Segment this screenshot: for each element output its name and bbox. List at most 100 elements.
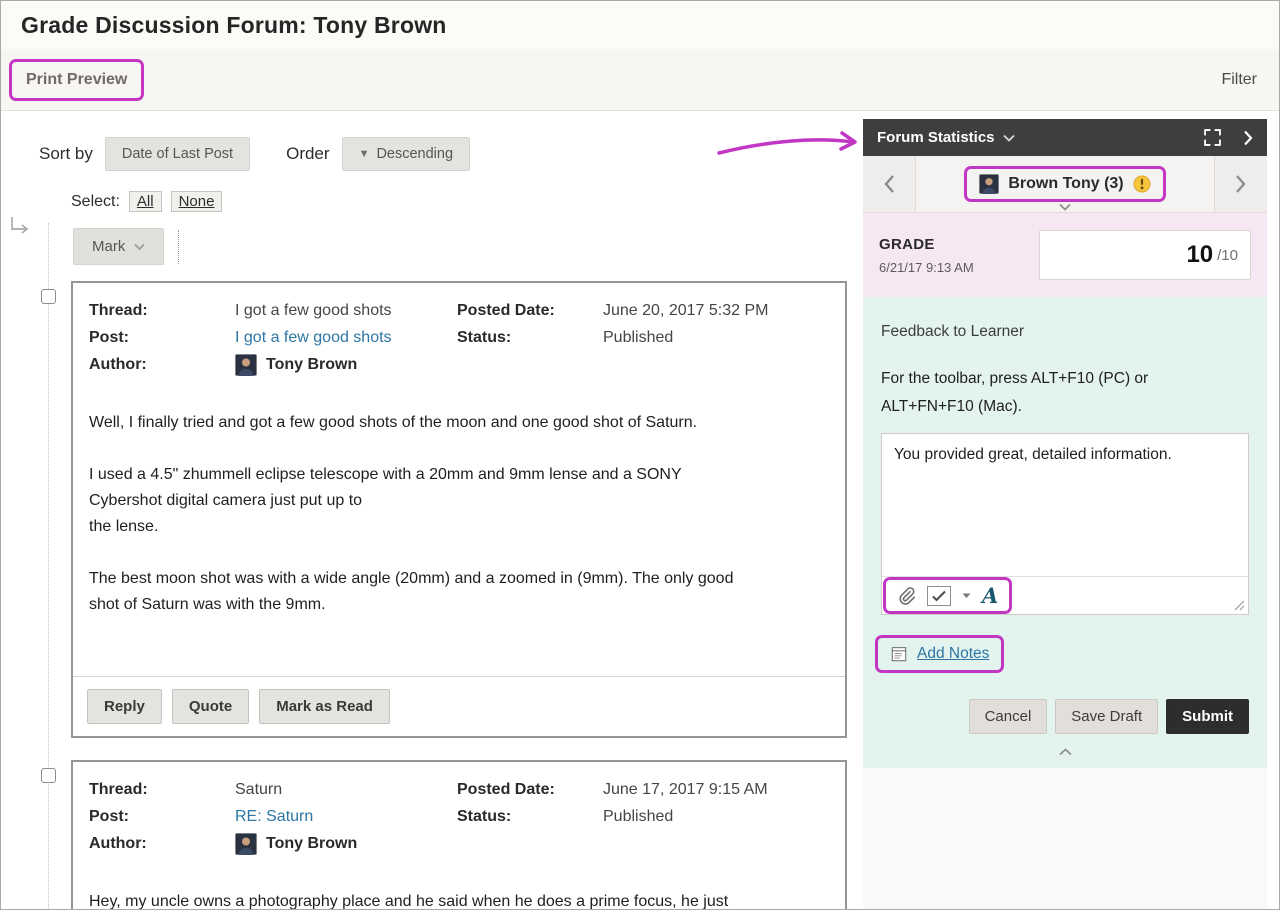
grade-section: GRADE 6/21/17 9:13 AM 10 /10: [863, 213, 1267, 297]
needs-grading-icon: [1133, 175, 1151, 193]
attach-file-button[interactable]: [897, 586, 916, 606]
panel-footer-area: [863, 768, 1267, 910]
thread-value: Saturn: [235, 776, 457, 803]
posted-date-label: Posted Date:: [457, 776, 603, 803]
sort-by-label: Sort by: [39, 144, 93, 164]
expand-icon: [1204, 129, 1221, 146]
expand-panel-button[interactable]: [1204, 129, 1221, 146]
post-checkbox[interactable]: [41, 289, 56, 304]
mark-button[interactable]: Mark: [73, 228, 164, 265]
previous-student-button[interactable]: [863, 156, 915, 212]
post-row: Thread: I got a few good shots Posted Da…: [29, 281, 859, 738]
mark-as-read-button[interactable]: Mark as Read: [259, 689, 390, 724]
resize-handle[interactable]: [1234, 600, 1245, 611]
posted-date-value: June 20, 2017 5:32 PM: [603, 297, 829, 324]
chevron-right-icon: [1235, 174, 1247, 194]
post-body: Hey, my uncle owns a photography place a…: [73, 863, 845, 910]
collapse-section-caret[interactable]: [881, 748, 1249, 756]
select-controls: Select: All None: [71, 191, 859, 212]
grade-timestamp: 6/21/17 9:13 AM: [879, 260, 974, 275]
spellcheck-button[interactable]: [927, 586, 951, 606]
text-color-icon[interactable]: A: [982, 585, 998, 606]
chevron-down-icon: [962, 593, 971, 599]
grade-score: 10: [1186, 241, 1213, 269]
next-student-button[interactable]: [1215, 156, 1267, 212]
mark-controls: Mark: [73, 228, 859, 265]
print-preview-button[interactable]: Print Preview: [12, 62, 141, 98]
editor-toolbar: A: [882, 576, 1248, 614]
panel-actions: Cancel Save Draft Submit: [881, 699, 1249, 734]
mark-button-label: Mark: [92, 238, 125, 255]
status-value: Published: [603, 803, 829, 830]
cancel-button[interactable]: Cancel: [969, 699, 1048, 734]
forum-statistics-header[interactable]: Forum Statistics: [863, 119, 1267, 156]
student-chip[interactable]: Brown Tony (3): [964, 166, 1165, 202]
chevron-down-icon: [134, 243, 145, 251]
content: Sort by Date of Last Post Order ▼ Descen…: [1, 111, 1279, 910]
status-value: Published: [603, 324, 829, 351]
action-bar: Print Preview Filter: [1, 49, 1279, 111]
thread-label: Thread:: [89, 297, 235, 324]
feedback-editor-textarea[interactable]: You provided great, detailed information…: [882, 434, 1248, 576]
page: Grade Discussion Forum: Tony Brown Print…: [0, 0, 1280, 910]
thread-value: I got a few good shots: [235, 297, 457, 324]
post-checkbox[interactable]: [41, 768, 56, 783]
reply-button[interactable]: Reply: [87, 689, 162, 724]
author-label: Author:: [89, 830, 235, 857]
author-cell: Tony Brown: [235, 351, 829, 378]
sort-controls: Sort by Date of Last Post Order ▼ Descen…: [39, 137, 859, 171]
post-card: Thread: I got a few good shots Posted Da…: [71, 281, 847, 738]
author-name: Tony Brown: [266, 830, 357, 857]
grading-panel: Forum Statistics: [863, 119, 1267, 910]
status-label: Status:: [457, 803, 603, 830]
feedback-heading: Feedback to Learner: [881, 323, 1249, 341]
toolbar-hint: For the toolbar, press ALT+F10 (PC) or A…: [881, 365, 1226, 421]
add-notes-highlight: Add Notes: [875, 635, 1004, 673]
forum-statistics-title: Forum Statistics: [877, 129, 995, 146]
page-title: Grade Discussion Forum: Tony Brown: [21, 12, 1259, 39]
posted-date-value: June 17, 2017 9:15 AM: [603, 776, 829, 803]
sort-by-button[interactable]: Date of Last Post: [105, 137, 250, 171]
order-button[interactable]: ▼ Descending: [342, 137, 470, 171]
print-preview-highlight: Print Preview: [9, 59, 144, 101]
post-title-link[interactable]: RE: Saturn: [235, 808, 313, 825]
chevron-up-icon: [1059, 748, 1072, 756]
chevron-right-icon: [1243, 130, 1253, 146]
post-row: Thread: Saturn Posted Date: June 17, 201…: [29, 760, 859, 910]
avatar: [235, 833, 257, 855]
grade-info: GRADE 6/21/17 9:13 AM: [879, 236, 974, 275]
chevron-down-icon: [1059, 203, 1071, 211]
post-select-column: [29, 281, 71, 738]
post-body: Well, I finally tried and got a few good…: [73, 384, 845, 676]
submit-button[interactable]: Submit: [1166, 699, 1249, 734]
thread-label: Thread:: [89, 776, 235, 803]
post-label: Post:: [89, 324, 235, 351]
author-label: Author:: [89, 351, 235, 378]
chevron-down-icon: [1003, 134, 1015, 142]
mark-divider: [178, 230, 179, 264]
spellcheck-dropdown-caret[interactable]: [962, 593, 971, 599]
student-menu-caret[interactable]: [1059, 203, 1071, 211]
editor-toolbar-highlight: A: [883, 577, 1012, 614]
feedback-section: Feedback to Learner For the toolbar, pre…: [863, 297, 1267, 768]
author-cell: Tony Brown: [235, 830, 829, 857]
grade-label: GRADE: [879, 236, 974, 253]
select-all-link[interactable]: All: [129, 191, 162, 212]
student-navigation: Brown Tony (3): [863, 156, 1267, 213]
post-title-link[interactable]: I got a few good shots: [235, 329, 392, 346]
student-selector: Brown Tony (3): [915, 156, 1215, 212]
filter-link[interactable]: Filter: [1221, 71, 1257, 89]
notes-icon: [890, 645, 908, 663]
select-none-link[interactable]: None: [171, 191, 223, 212]
status-label: Status:: [457, 324, 603, 351]
avatar: [235, 354, 257, 376]
posted-date-label: Posted Date:: [457, 297, 603, 324]
grade-denominator: /10: [1217, 247, 1238, 264]
add-notes-link[interactable]: Add Notes: [917, 645, 989, 663]
quote-button[interactable]: Quote: [172, 689, 249, 724]
grade-input[interactable]: 10 /10: [1039, 230, 1251, 280]
save-draft-button[interactable]: Save Draft: [1055, 699, 1158, 734]
post-header: Thread: Saturn Posted Date: June 17, 201…: [73, 762, 845, 863]
order-value: Descending: [376, 146, 453, 162]
collapse-panel-button[interactable]: [1243, 130, 1253, 146]
